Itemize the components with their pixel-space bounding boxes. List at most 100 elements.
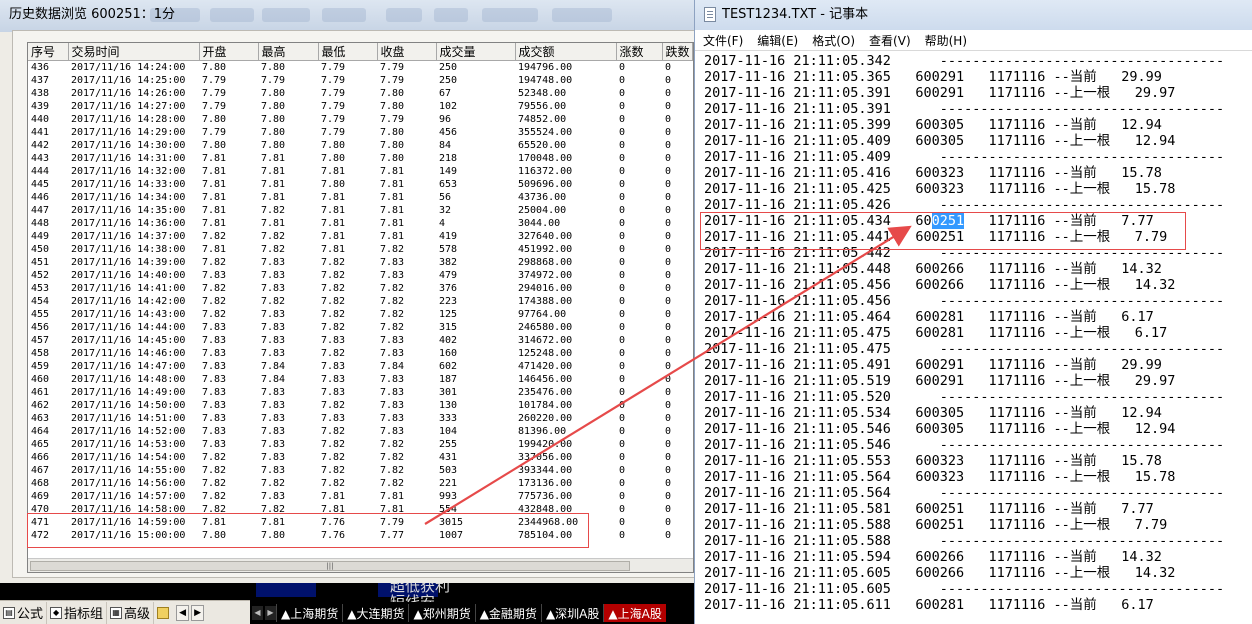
table-row[interactable]: 453 2017/11/16 14:41:00 7.82 7.83 7.82 7.82 37… <box>28 282 692 295</box>
table-cell: 0 <box>619 439 626 450</box>
text-marker: --上一根 <box>1053 565 1111 581</box>
notepad-document-icon <box>704 7 716 22</box>
table-row[interactable]: 438 2017/11/16 14:26:00 7.79 7.80 7.79 7.80 67… <box>28 87 692 100</box>
table-row[interactable]: 443 2017/11/16 14:31:00 7.81 7.81 7.80 7.80 21… <box>28 152 692 165</box>
notepad-window[interactable]: TEST1234.TXT - 记事本 文件(F) 编辑(E) 格式(O) 查看(… <box>694 0 1252 624</box>
text-price: 29.99 <box>1121 69 1162 85</box>
table-row[interactable]: 467 2017/11/16 14:55:00 7.82 7.83 7.82 7.82 50… <box>28 464 692 477</box>
table-cell: 7.82 <box>261 231 286 242</box>
menu-file[interactable]: 文件(F) <box>703 32 743 49</box>
tab-dalian-futures[interactable]: ▲大连期货 <box>342 604 408 622</box>
column-header[interactable]: 开盘 <box>199 43 259 61</box>
scroll-left-icon[interactable]: ◀ <box>176 604 190 621</box>
column-header[interactable]: 涨数 <box>616 43 663 61</box>
tab-financial-futures[interactable]: ▲金融期货 <box>474 604 541 622</box>
table-row[interactable]: 449 2017/11/16 14:37:00 7.82 7.82 7.81 7.81 41… <box>28 230 692 243</box>
table-row[interactable]: 450 2017/11/16 14:38:00 7.81 7.82 7.81 7.82 57… <box>28 243 692 256</box>
table-row[interactable]: 458 2017/11/16 14:46:00 7.83 7.83 7.82 7.83 16… <box>28 347 692 360</box>
text-timestamp: 2017-11-16 21:11:05.588 <box>704 533 891 549</box>
column-header[interactable]: 收盘 <box>377 43 437 61</box>
folder-icon <box>157 606 170 619</box>
indicator-icon: ◆ <box>50 606 63 619</box>
table-cell: 374972.00 <box>518 270 573 281</box>
table-row[interactable]: 437 2017/11/16 14:25:00 7.79 7.79 7.79 7.79 25… <box>28 74 692 87</box>
table-row[interactable]: 454 2017/11/16 14:42:00 7.82 7.82 7.82 7.82 22… <box>28 295 692 308</box>
history-data-window[interactable]: 历史数据浏览 600251：1分 序号 交易时间 开盘 最高 最低 收盘 成交量 成交额 涨数跌… <box>0 0 695 583</box>
advanced-button[interactable]: ▦ 高级 <box>107 601 155 624</box>
history-data-grid[interactable]: 序号 交易时间 开盘 最高 最低 收盘 成交量 成交额 涨数 跌数 436 2017/11/16 1… <box>27 42 694 573</box>
column-header[interactable]: 成交量 <box>436 43 516 61</box>
text-price: 29.99 <box>1121 357 1162 373</box>
tab-shanghai-futures[interactable]: ▲上海期货 <box>276 604 342 622</box>
table-row[interactable]: 448 2017/11/16 14:36:00 7.81 7.81 7.81 7.81 4 3… <box>28 217 692 230</box>
table-cell: 7.82 <box>202 283 227 294</box>
table-row[interactable]: 466 2017/11/16 14:54:00 7.82 7.83 7.82 7.82 43… <box>28 451 692 464</box>
column-header[interactable]: 交易时间 <box>68 43 200 61</box>
table-row[interactable]: 441 2017/11/16 14:29:00 7.79 7.80 7.79 7.80 45… <box>28 126 692 139</box>
menu-help[interactable]: 帮助(H) <box>925 32 967 49</box>
table-row[interactable]: 459 2017/11/16 14:47:00 7.83 7.84 7.83 7.84 60… <box>28 360 692 373</box>
table-cell: 602 <box>439 361 458 372</box>
table-row[interactable]: 452 2017/11/16 14:40:00 7.83 7.83 7.82 7.83 47… <box>28 269 692 282</box>
table-cell: 7.82 <box>202 231 227 242</box>
indicator-group-button[interactable]: ◆ 指标组 <box>47 601 108 624</box>
menu-view[interactable]: 查看(V) <box>869 32 911 49</box>
table-row[interactable]: 457 2017/11/16 14:45:00 7.83 7.83 7.83 7.83 40… <box>28 334 692 347</box>
table-cell: 0 <box>619 400 626 411</box>
table-row[interactable]: 451 2017/11/16 14:39:00 7.82 7.83 7.82 7.83 38… <box>28 256 692 269</box>
history-window-title-bar[interactable]: 历史数据浏览 600251：1分 <box>0 0 695 32</box>
tab-zhengzhou-futures[interactable]: ▲郑州期货 <box>408 604 474 622</box>
table-row[interactable]: 456 2017/11/16 14:44:00 7.83 7.83 7.82 7.82 31… <box>28 321 692 334</box>
table-row[interactable]: 447 2017/11/16 14:35:00 7.81 7.82 7.81 7.81 32… <box>28 204 692 217</box>
tabs-prev-icon[interactable]: ◀ <box>252 606 263 620</box>
table-row[interactable]: 446 2017/11/16 14:34:00 7.81 7.81 7.81 7.81 56… <box>28 191 692 204</box>
table-row[interactable]: 465 2017/11/16 14:53:00 7.83 7.83 7.82 7.82 25… <box>28 438 692 451</box>
column-header[interactable]: 最高 <box>258 43 319 61</box>
table-cell: 7.83 <box>202 413 227 424</box>
scroll-right-icon[interactable]: ▶ <box>191 604 205 621</box>
table-cell: 7.82 <box>380 322 405 333</box>
table-row[interactable]: 463 2017/11/16 14:51:00 7.83 7.83 7.83 7.83 33… <box>28 412 692 425</box>
text-value: 1171116 <box>988 453 1046 469</box>
table-row[interactable]: 462 2017/11/16 14:50:00 7.83 7.83 7.82 7.83 13… <box>28 399 692 412</box>
table-cell: 450 <box>31 244 50 255</box>
table-row[interactable]: 442 2017/11/16 14:30:00 7.80 7.80 7.80 7.80 84… <box>28 139 692 152</box>
table-row[interactable]: 460 2017/11/16 14:48:00 7.83 7.84 7.83 7.83 18… <box>28 373 692 386</box>
tab-shenzhen-a[interactable]: ▲深圳A股 <box>540 604 603 622</box>
table-row[interactable]: 464 2017/11/16 14:52:00 7.83 7.83 7.82 7.83 10… <box>28 425 692 438</box>
column-header[interactable]: 成交额 <box>515 43 617 61</box>
table-cell: 7.82 <box>380 296 405 307</box>
table-row[interactable]: 444 2017/11/16 14:32:00 7.81 7.81 7.81 7.81 14… <box>28 165 692 178</box>
menu-edit[interactable]: 编辑(E) <box>757 32 798 49</box>
table-cell: 0 <box>665 517 672 528</box>
column-header[interactable]: 跌数 <box>662 43 693 61</box>
table-row[interactable]: 436 2017/11/16 14:24:00 7.80 7.80 7.79 7.79 25… <box>28 61 692 75</box>
table-row[interactable]: 439 2017/11/16 14:27:00 7.79 7.80 7.79 7.80 10… <box>28 100 692 113</box>
tab-shanghai-a[interactable]: ▲上海A股 <box>603 604 666 622</box>
table-row[interactable]: 469 2017/11/16 14:57:00 7.82 7.83 7.81 7.81 99… <box>28 490 692 503</box>
formula-button[interactable]: ▤ 公式 <box>0 601 48 624</box>
table-row[interactable]: 468 2017/11/16 14:56:00 7.82 7.82 7.82 7.82 22… <box>28 477 692 490</box>
text-line: 2017-11-16 21:11:05.342 ----------------… <box>704 53 1252 69</box>
column-header[interactable]: 序号 <box>28 43 69 61</box>
table-cell: 7.80 <box>321 140 346 151</box>
table-cell: 7.82 <box>321 348 346 359</box>
notepad-title-bar[interactable]: TEST1234.TXT - 记事本 <box>695 0 1252 30</box>
table-row[interactable]: 440 2017/11/16 14:28:00 7.80 7.80 7.79 7.79 96… <box>28 113 692 126</box>
horizontal-scrollbar[interactable]: ||| <box>28 558 693 572</box>
table-row[interactable]: 445 2017/11/16 14:33:00 7.81 7.81 7.80 7.81 65… <box>28 178 692 191</box>
table-cell: 7.83 <box>261 387 286 398</box>
table-cell: 7.82 <box>380 465 405 476</box>
table-row[interactable]: 461 2017/11/16 14:49:00 7.83 7.83 7.83 7.83 30… <box>28 386 692 399</box>
text-line: 2017-11-16 21:11:05.448 600266 1171116 -… <box>704 261 1252 277</box>
menu-format[interactable]: 格式(O) <box>812 32 855 49</box>
folder-button[interactable] <box>154 602 174 624</box>
table-cell: 7.83 <box>202 361 227 372</box>
table-cell: 7.83 <box>380 257 405 268</box>
notepad-text-area[interactable]: 2017-11-16 21:11:05.342 ----------------… <box>704 53 1252 624</box>
scrollbar-thumb[interactable]: ||| <box>30 561 630 571</box>
tabs-next-icon[interactable]: ▶ <box>265 606 276 620</box>
text-price: 15.78 <box>1134 181 1176 197</box>
table-row[interactable]: 455 2017/11/16 14:43:00 7.82 7.83 7.82 7.82 12… <box>28 308 692 321</box>
column-header[interactable]: 最低 <box>318 43 378 61</box>
